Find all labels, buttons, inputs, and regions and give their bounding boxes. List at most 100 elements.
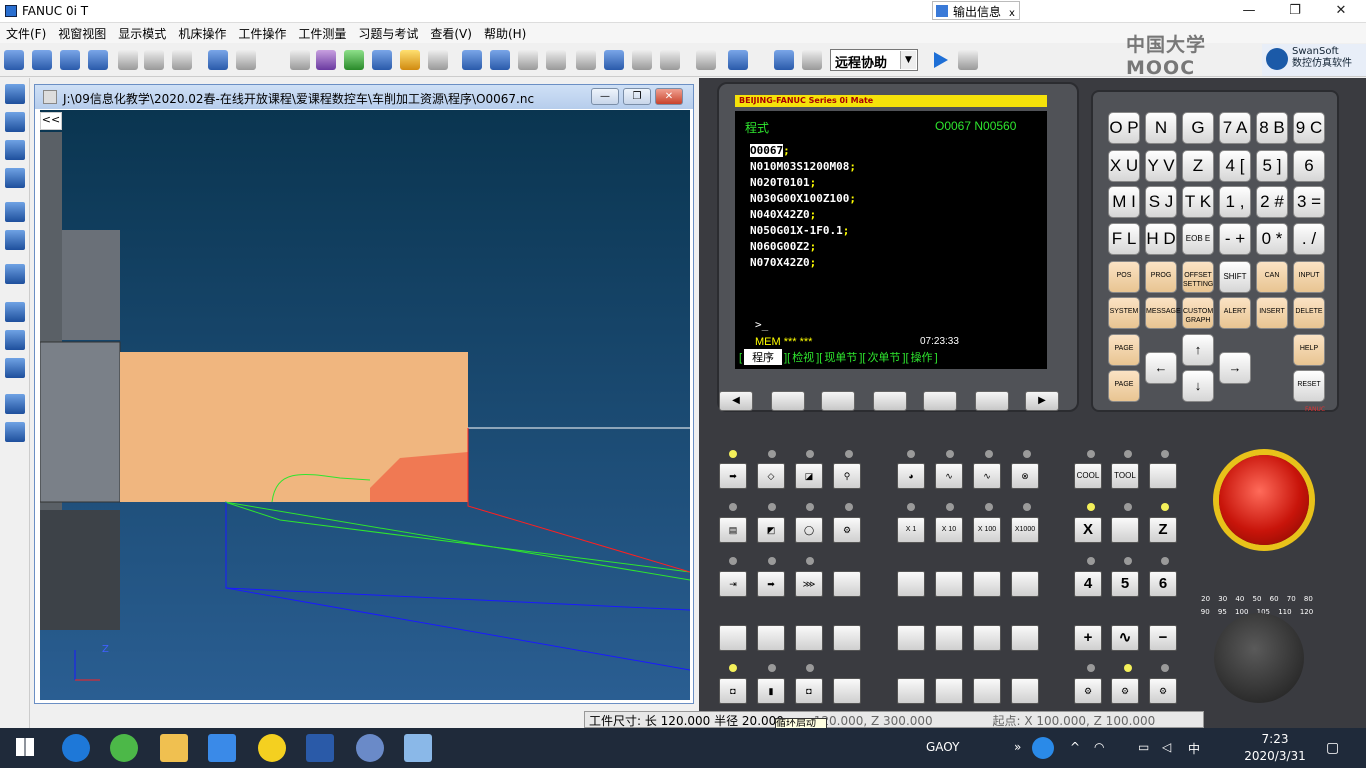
single-block-button[interactable]: ▤ (719, 517, 747, 543)
axis-z-button[interactable]: Z (1149, 517, 1177, 543)
skip-button[interactable]: ◩ (757, 517, 785, 543)
softkey-next-block[interactable]: 次单节 (867, 349, 900, 365)
view-2-icon[interactable] (490, 50, 510, 70)
feed-x100-button[interactable]: X 100 (973, 517, 1001, 543)
save-icon[interactable] (4, 50, 24, 70)
clock[interactable]: 7:23 2020/3/31 (1240, 731, 1310, 765)
blank-button[interactable] (1011, 625, 1039, 651)
edit-icon[interactable] (5, 168, 25, 188)
opt-stop-button[interactable]: ◯ (795, 517, 823, 543)
axis-x-button[interactable]: X (1074, 517, 1102, 543)
key-prog[interactable]: PROG (1145, 261, 1177, 293)
zoom-fit-icon[interactable] (88, 50, 108, 70)
key-message[interactable]: MESSAGE (1145, 297, 1181, 329)
toolpos-icon[interactable] (604, 50, 624, 70)
play-icon[interactable] (934, 52, 948, 68)
key-6[interactable]: 6 SP (1293, 150, 1325, 205)
dnc-mode-button[interactable]: ⚲ (833, 463, 861, 489)
cnc-sim-icon[interactable] (356, 734, 384, 762)
key-left-arrow[interactable]: ← (1145, 352, 1177, 384)
user-name[interactable]: GAOY (926, 740, 959, 754)
rapid-button[interactable]: ∿ (1111, 625, 1139, 651)
monitor-icon[interactable] (728, 50, 748, 70)
inc-jog-button[interactable]: ∿ (973, 463, 1001, 489)
key-z-w[interactable]: Z W (1182, 150, 1214, 205)
key-n-q[interactable]: N Q (1145, 112, 1177, 167)
blank-button[interactable] (935, 571, 963, 597)
view-1-icon[interactable] (462, 50, 482, 70)
key-5[interactable]: 5 ] (1256, 150, 1288, 182)
num-5-button[interactable]: 5 (1111, 571, 1139, 597)
globe-icon[interactable] (5, 230, 25, 250)
blank-button[interactable] (897, 571, 925, 597)
blank-button[interactable] (973, 678, 1001, 704)
softkey-button-3[interactable] (873, 391, 907, 411)
key-9[interactable]: 9 C (1293, 112, 1325, 144)
feed-x1000-button[interactable]: X1000 (1011, 517, 1039, 543)
softkey-operate[interactable]: 操作 (911, 349, 933, 365)
cool-button[interactable]: COOL (1074, 463, 1102, 489)
notification-icon[interactable]: ▢ (1326, 740, 1339, 756)
softkey-check[interactable]: 检视 (792, 349, 814, 365)
key-system[interactable]: SYSTEM (1108, 297, 1140, 329)
wifi-icon[interactable]: ◠ (1094, 740, 1104, 754)
export-icon[interactable] (5, 394, 25, 414)
view-4-icon[interactable] (546, 50, 566, 70)
overflow-chevron[interactable]: » (1014, 740, 1021, 754)
key-shift[interactable]: SHIFT (1219, 261, 1251, 293)
emergency-stop-button[interactable] (1219, 455, 1309, 545)
toolpath-icon[interactable] (576, 50, 596, 70)
ref-return-button[interactable]: ◕ (897, 463, 925, 489)
measure-t-icon[interactable] (660, 50, 680, 70)
softkey-button-1[interactable] (771, 391, 805, 411)
blank-button[interactable] (935, 678, 963, 704)
effects-icon[interactable] (400, 50, 420, 70)
tray-up-icon[interactable]: ^ (1070, 740, 1080, 754)
browser-icon[interactable] (110, 734, 138, 762)
menu-display-mode[interactable]: 显示模式 (112, 23, 172, 44)
menu-help[interactable]: 帮助(H) (478, 23, 532, 44)
section-icon[interactable] (632, 50, 652, 70)
feed-hold-button[interactable]: ◘ (795, 678, 823, 704)
jog-minus-button[interactable]: − (1149, 625, 1177, 651)
key-page-up[interactable]: PAGE (1108, 334, 1140, 366)
cycle-start-button[interactable]: ▮ (757, 678, 785, 704)
softkey-current-block[interactable]: 现单节 (824, 349, 857, 365)
refresh-icon[interactable] (5, 330, 25, 350)
key-eob[interactable]: EOB E (1182, 223, 1214, 255)
feed-override-knob[interactable] (1214, 613, 1304, 703)
stop-icon[interactable] (958, 50, 978, 70)
import-icon[interactable] (5, 422, 25, 442)
program-restart-button[interactable]: ⇥ (719, 571, 747, 597)
key-o-p[interactable]: O P (1108, 112, 1140, 144)
key-2[interactable]: 2 # (1256, 186, 1288, 218)
blank-button[interactable] (833, 678, 861, 704)
key-f-l[interactable]: F L (1108, 223, 1140, 255)
edge-icon[interactable] (62, 734, 90, 762)
key-8[interactable]: 8 B (1256, 112, 1288, 144)
window-icon[interactable] (5, 84, 25, 104)
blank-button[interactable] (1011, 678, 1039, 704)
softkey-left-button[interactable]: ◀ (719, 391, 753, 411)
spindle-ccw-button[interactable]: ⚙ (1149, 678, 1177, 704)
key-down-arrow[interactable]: ↓ (1182, 370, 1214, 402)
folder-icon[interactable] (160, 734, 188, 762)
key-s-j[interactable]: S J (1145, 186, 1177, 218)
menu-workpiece-ops[interactable]: 工件操作 (232, 23, 292, 44)
tool-icon[interactable] (290, 50, 310, 70)
app-plus-icon[interactable] (258, 734, 286, 762)
key-help[interactable]: HELP (1293, 334, 1325, 366)
key-3[interactable]: 3 = (1293, 186, 1325, 218)
chuck-icon[interactable] (428, 50, 448, 70)
mdi-mode-button[interactable]: ◪ (795, 463, 823, 489)
layout-icon[interactable] (5, 358, 25, 378)
key-h-d[interactable]: H D (1145, 223, 1177, 255)
key-1[interactable]: 1 , (1219, 186, 1251, 218)
blank-button[interactable] (833, 625, 861, 651)
softkey-button-5[interactable] (975, 391, 1009, 411)
blank-button[interactable] (935, 625, 963, 651)
measure-icon[interactable] (316, 50, 336, 70)
help-icon[interactable] (1032, 737, 1054, 759)
key-custom-graph[interactable]: CUSTOM GRAPH (1182, 297, 1214, 329)
zoom-out-icon[interactable] (60, 50, 80, 70)
